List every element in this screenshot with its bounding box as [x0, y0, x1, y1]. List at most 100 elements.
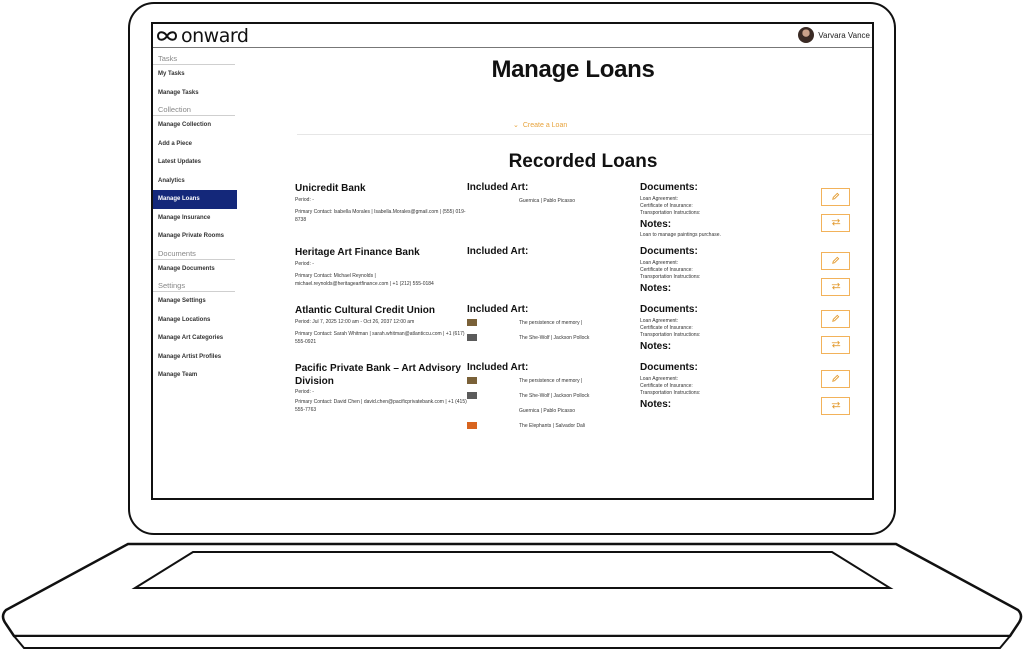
loan-lender: Heritage Art Finance Bank [295, 247, 420, 258]
notes-heading: Notes: [640, 341, 672, 352]
sidebar-item-manage-settings[interactable]: Manage Settings [153, 292, 237, 311]
app-screen: onward Varvara Vance Tasks My Tasks Manage… [151, 22, 874, 500]
art-name: The persistence of memory | [519, 320, 583, 326]
sidebar-section-documents: Documents [153, 246, 235, 260]
sidebar-item-manage-private-rooms[interactable]: Manage Private Rooms [153, 227, 237, 246]
art-name: Guernica | Pablo Picasso [519, 408, 576, 414]
loan-row: Atlantic Cultural Credit Union Period: Ju… [295, 304, 872, 358]
art-thumbnail [467, 392, 477, 399]
document-line: Certificate of Insurance: [640, 325, 693, 331]
art-name: The She-Wolf | Jackson Pollock [519, 393, 590, 399]
create-loan-button[interactable]: ⌄ Create a Loan [513, 121, 568, 130]
loan-lender: Atlantic Cultural Credit Union [295, 305, 435, 316]
create-loan-label: Create a Loan [522, 121, 568, 129]
document-line: Loan Agreement: [640, 196, 679, 202]
loan-row: Unicredit Bank Period: - Primary Contact: … [295, 182, 872, 242]
art-item[interactable]: The Elephants | Salvador Dali [467, 422, 627, 432]
chevron-down-icon: ⌄ [513, 122, 519, 129]
sidebar-item-latest-updates[interactable]: Latest Updates [153, 153, 237, 172]
infinity-icon [156, 31, 178, 41]
sidebar-item-manage-artist-profiles[interactable]: Manage Artist Profiles [153, 348, 237, 367]
sidebar-item-manage-insurance[interactable]: Manage Insurance [153, 209, 237, 228]
documents-heading: Documents: [640, 182, 698, 193]
art-name: The She-Wolf | Jackson Pollock [519, 335, 590, 341]
loan-contact: Primary Contact: Sarah Whitman | sarah.w… [295, 331, 465, 345]
user-menu[interactable]: Varvara Vance [798, 27, 870, 43]
loan-contact: Primary Contact: David Chen | david.chen… [295, 399, 467, 413]
art-thumbnail [467, 334, 477, 341]
document-line: Transportation Instructions: [640, 274, 701, 280]
document-line: Certificate of Insurance: [640, 267, 693, 273]
loan-contact: Primary Contact: Michael Reynolds | mich… [295, 273, 434, 287]
loan-period: Period: - [295, 389, 314, 395]
included-art-heading: Included Art: [467, 304, 529, 315]
notes-heading: Notes: [640, 219, 672, 230]
edit-loan-button[interactable] [821, 310, 850, 328]
swap-loan-button[interactable] [821, 397, 850, 415]
swap-arrows-icon [831, 401, 841, 411]
swap-loan-button[interactable] [821, 214, 850, 232]
swap-loan-button[interactable] [821, 278, 850, 296]
documents-heading: Documents: [640, 362, 698, 373]
document-line: Certificate of Insurance: [640, 383, 693, 389]
section-title: Recorded Loans [508, 151, 658, 172]
loan-period: Period: Jul 7, 2025 12:00 am - Oct 26, 2… [295, 319, 415, 325]
sidebar-item-manage-team[interactable]: Manage Team [153, 366, 237, 385]
art-item[interactable]: The persistence of memory | [467, 319, 627, 329]
page-title: Manage Loans [491, 56, 655, 83]
sidebar-item-manage-art-categories[interactable]: Manage Art Categories [153, 329, 237, 348]
document-line: Loan Agreement: [640, 376, 679, 382]
onward-logo[interactable]: onward [155, 25, 249, 47]
sidebar-item-manage-tasks[interactable]: Manage Tasks [153, 84, 237, 103]
pencil-icon [831, 192, 840, 203]
edit-loan-button[interactable] [821, 252, 850, 270]
pencil-icon [831, 374, 840, 385]
swap-loan-button[interactable] [821, 336, 850, 354]
edit-loan-button[interactable] [821, 188, 850, 206]
art-item[interactable]: The persistence of memory | [467, 377, 627, 387]
art-item[interactable]: The She-Wolf | Jackson Pollock [467, 334, 627, 344]
document-line: Transportation Instructions: [640, 332, 701, 338]
art-name: The persistence of memory | [519, 378, 583, 384]
notes-heading: Notes: [640, 399, 672, 410]
document-line: Loan Agreement: [640, 318, 679, 324]
documents-heading: Documents: [640, 304, 698, 315]
sidebar-item-manage-collection[interactable]: Manage Collection [153, 116, 237, 135]
sidebar-section-collection: Collection [153, 102, 235, 116]
top-bar: onward Varvara Vance [153, 24, 872, 48]
sidebar-item-my-tasks[interactable]: My Tasks [153, 65, 237, 84]
loan-row: Heritage Art Finance Bank Period: - Primar… [295, 246, 872, 300]
sidebar-section-tasks: Tasks [153, 51, 235, 65]
art-thumbnail [467, 377, 477, 384]
sidebar: Tasks My Tasks Manage Tasks Collection Manag… [153, 51, 237, 385]
loan-period: Period: - [295, 197, 314, 203]
sidebar-item-manage-loans[interactable]: Manage Loans [153, 190, 237, 209]
art-thumbnail [467, 422, 477, 429]
pencil-icon [831, 256, 840, 267]
document-line: Certificate of Insurance: [640, 203, 693, 209]
art-name: The Elephants | Salvador Dali [519, 423, 586, 429]
sidebar-item-analytics[interactable]: Analytics [153, 172, 237, 191]
loan-lender: Unicredit Bank [295, 183, 366, 194]
edit-loan-button[interactable] [821, 370, 850, 388]
logo-text: onward [181, 25, 249, 47]
loan-lender: Pacific Private Bank – Art Advisory Divi… [295, 363, 461, 387]
loan-row: Pacific Private Bank – Art Advisory Divi… [295, 362, 872, 442]
sidebar-section-settings: Settings [153, 278, 235, 292]
art-name: Guernica | Pablo Picasso [519, 198, 576, 204]
swap-arrows-icon [831, 282, 841, 292]
divider [297, 134, 872, 135]
pencil-icon [831, 314, 840, 325]
art-item[interactable]: The She-Wolf | Jackson Pollock [467, 392, 627, 402]
swap-arrows-icon [831, 340, 841, 350]
user-name: Varvara Vance [818, 30, 870, 40]
sidebar-item-manage-locations[interactable]: Manage Locations [153, 311, 237, 330]
laptop-base [1, 542, 1023, 649]
art-item[interactable]: Guernica | Pablo Picasso [467, 407, 627, 417]
art-item[interactable]: Guernica | Pablo Picasso [467, 197, 627, 207]
art-thumbnail [467, 319, 477, 326]
swap-arrows-icon [831, 218, 841, 228]
document-line: Transportation Instructions: [640, 390, 701, 396]
sidebar-item-add-a-piece[interactable]: Add a Piece [153, 135, 237, 154]
sidebar-item-manage-documents[interactable]: Manage Documents [153, 260, 237, 279]
